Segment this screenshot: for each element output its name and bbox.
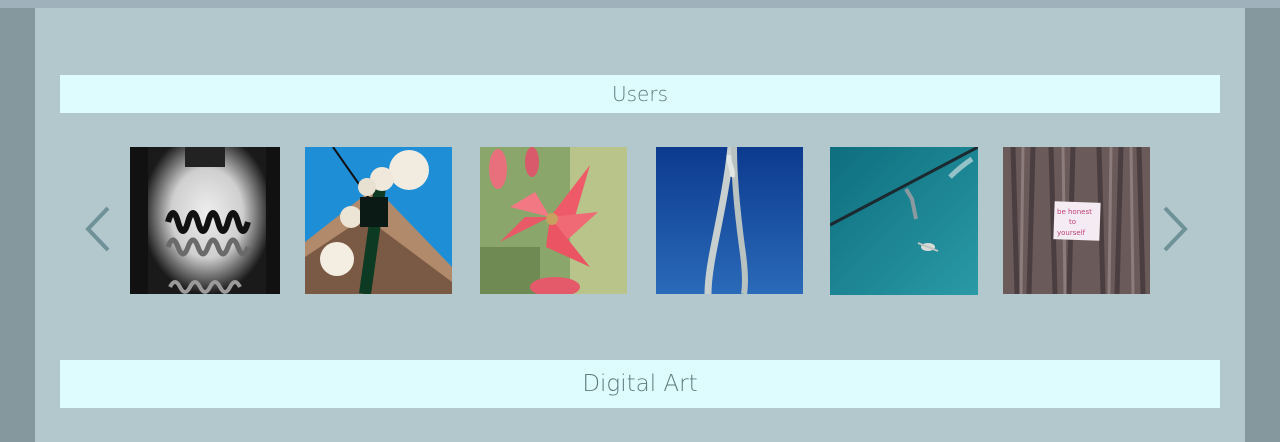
street-lamp-image xyxy=(305,147,452,294)
rope-sky-image xyxy=(656,147,803,294)
gallery-thumbnail-5[interactable] xyxy=(830,147,978,295)
pink-flower-image xyxy=(480,147,627,294)
gallery-thumbnail-4[interactable] xyxy=(656,147,803,294)
carousel-prev-button[interactable] xyxy=(78,204,118,254)
top-strip xyxy=(0,0,1280,8)
section-header-users: Users xyxy=(60,75,1220,113)
gallery-thumbnail-3[interactable] xyxy=(480,147,627,294)
section-title-digital-art: Digital Art xyxy=(582,371,698,397)
gallery-thumbnail-6[interactable]: be honest to yourself xyxy=(1003,147,1150,294)
section-title-users: Users xyxy=(611,82,668,106)
svg-text:yourself: yourself xyxy=(1057,229,1086,237)
chevron-left-icon xyxy=(85,206,110,252)
gallery-thumbnail-2[interactable] xyxy=(305,147,452,294)
abstract-squiggle-image xyxy=(130,147,280,294)
content-panel: Users be honest to yourself Digital Art xyxy=(35,8,1245,442)
gallery-thumbnail-1[interactable] xyxy=(130,147,280,294)
wire-bird-image xyxy=(830,147,978,295)
chevron-right-icon xyxy=(1163,206,1188,252)
tree-bark-note-image: be honest to yourself xyxy=(1003,147,1150,294)
svg-text:to: to xyxy=(1069,218,1076,226)
carousel-next-button[interactable] xyxy=(1155,204,1195,254)
svg-text:be honest: be honest xyxy=(1057,208,1092,216)
section-header-digital-art: Digital Art xyxy=(60,360,1220,408)
